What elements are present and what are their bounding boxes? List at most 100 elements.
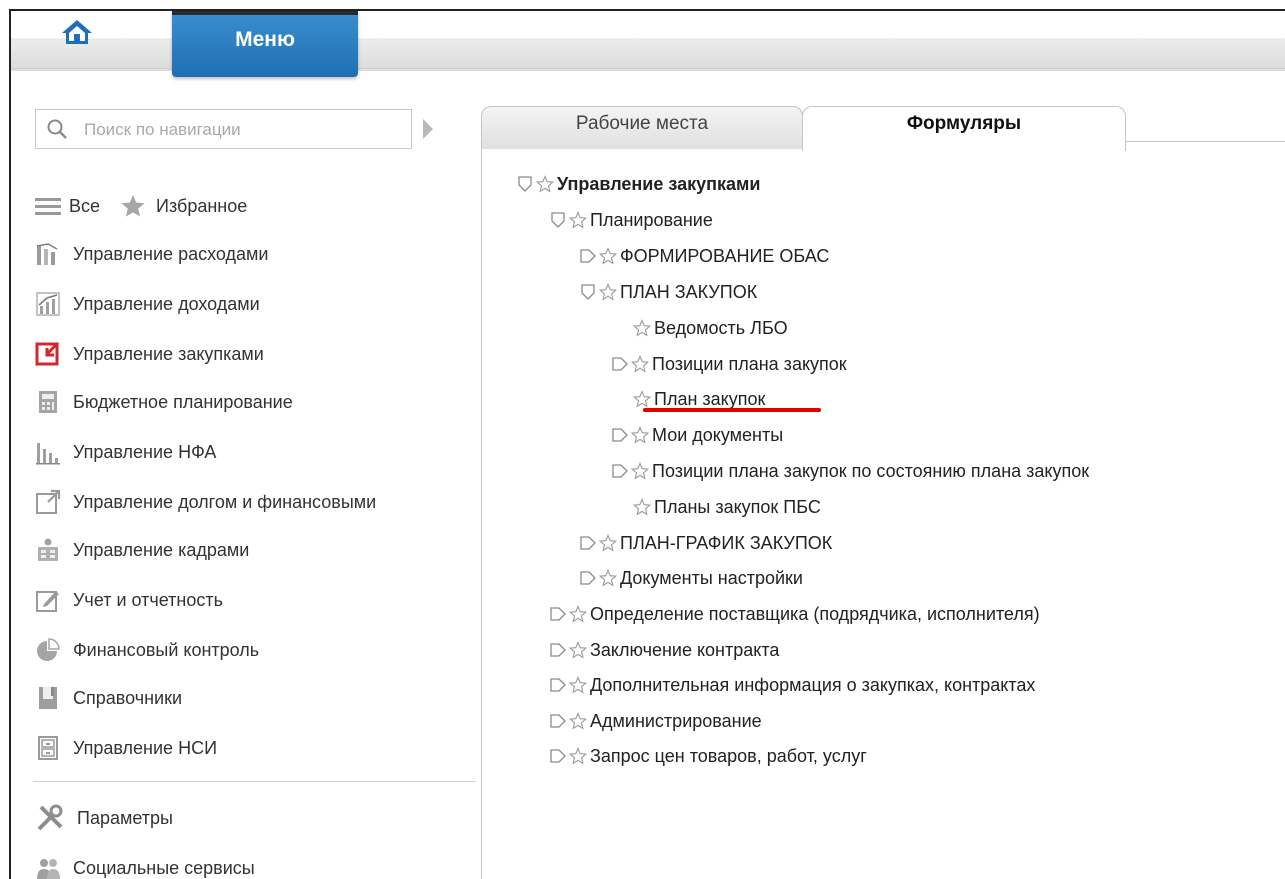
favorite-star-icon[interactable] — [630, 355, 650, 373]
favorite-star-icon[interactable] — [630, 462, 650, 480]
favorite-star-icon[interactable] — [598, 247, 618, 265]
favorite-star-icon[interactable] — [568, 605, 588, 623]
collapsed-toggle-icon[interactable] — [611, 462, 629, 480]
bar-chart-icon — [35, 241, 61, 267]
nav-item-label: Учет и отчетность — [73, 589, 223, 610]
favorite-star-icon[interactable] — [630, 426, 650, 444]
nav-item-nfa[interactable]: Управление НФА — [35, 435, 216, 469]
nav-item-procurement[interactable]: Управление закупками — [35, 337, 264, 371]
tree-node[interactable]: Планы закупок ПБС — [632, 492, 821, 522]
collapsed-toggle-icon[interactable] — [549, 605, 567, 623]
nav-item-debt[interactable]: Управление долгом и финансовыми — [35, 485, 376, 519]
tree-node[interactable]: Определение поставщика (подрядчика, испо… — [549, 599, 1040, 629]
nav-item-label: Социальные сервисы — [73, 857, 255, 878]
expanded-toggle-icon[interactable] — [516, 175, 534, 193]
nav-item-label: Управление кадрами — [73, 539, 250, 560]
tree-node-label: ФОРМИРОВАНИЕ ОБАС — [620, 245, 830, 266]
tree-node-label: Управление закупками — [557, 173, 761, 194]
navigation-sidebar: Все Избранное Управление расходами Управ… — [11, 161, 476, 879]
app-window: Меню Поиск по навигации Все Избранное Уп… — [9, 9, 1285, 879]
tree-node[interactable]: Дополнительная информация о закупках, ко… — [549, 670, 1035, 700]
collapsed-toggle-icon[interactable] — [549, 747, 567, 765]
column-chart-icon — [35, 439, 61, 465]
nav-item-label: Управление НСИ — [73, 737, 217, 758]
hamburger-icon[interactable] — [35, 193, 61, 219]
tree-node[interactable]: Позиции плана закупок по состоянию плана… — [611, 456, 1089, 486]
tree-node[interactable]: Управление закупками — [516, 169, 760, 199]
nav-item-social[interactable]: Социальные сервисы — [35, 851, 255, 879]
tree-node-label: Позиции плана закупок по состоянию плана… — [652, 460, 1090, 481]
nav-item-accounting[interactable]: Учет и отчетность — [35, 583, 223, 617]
collapsed-toggle-icon[interactable] — [579, 534, 597, 552]
favorite-star-icon[interactable] — [632, 390, 652, 408]
nav-item-hr[interactable]: Управление кадрами — [35, 533, 249, 567]
nav-all-label[interactable]: Все — [69, 196, 100, 217]
expanded-toggle-icon[interactable] — [579, 283, 597, 301]
search-placeholder: Поиск по навигации — [84, 120, 241, 139]
tree-node[interactable]: Позиции плана закупок — [611, 349, 847, 379]
tree-node[interactable]: ПЛАН-ГРАФИК ЗАКУПОК — [579, 528, 832, 558]
tree-node[interactable]: Мои документы — [611, 420, 783, 450]
collapsed-toggle-icon[interactable] — [579, 247, 597, 265]
collapsed-toggle-icon[interactable] — [611, 426, 629, 444]
tree-node[interactable]: Планирование — [549, 205, 713, 235]
favorite-star-icon[interactable] — [568, 712, 588, 730]
nav-item-settings[interactable]: Параметры — [35, 801, 173, 835]
procurement-icon — [35, 341, 61, 367]
nav-item-expenses[interactable]: Управление расходами — [35, 237, 268, 271]
search-icon — [47, 119, 67, 139]
external-link-icon — [35, 489, 61, 515]
tree-node[interactable]: ПЛАН ЗАКУПОК — [579, 277, 757, 307]
tools-icon — [35, 803, 65, 833]
favorite-star-icon[interactable] — [632, 319, 652, 337]
tree-node[interactable]: Документы настройки — [579, 563, 803, 593]
nav-item-financial-control[interactable]: Финансовый контроль — [35, 633, 259, 667]
tab-workplaces-label: Рабочие места — [575, 113, 709, 134]
nav-item-budget-planning[interactable]: Бюджетное планирование — [35, 385, 293, 419]
tab-forms[interactable]: Формуляры — [802, 106, 1126, 151]
collapsed-toggle-icon[interactable] — [549, 676, 567, 694]
nav-item-label: Управление НФА — [73, 441, 217, 462]
favorites-star-icon[interactable] — [120, 193, 146, 219]
menu-tab[interactable]: Меню — [172, 11, 358, 77]
collapsed-toggle-icon[interactable] — [579, 569, 597, 587]
edit-icon — [35, 587, 61, 613]
tree-node[interactable]: ФОРМИРОВАНИЕ ОБАС — [579, 241, 829, 271]
tree-node-label: План закупок — [654, 388, 766, 409]
nav-item-income[interactable]: Управление доходами — [35, 287, 260, 321]
collapse-arrow-icon[interactable] — [423, 119, 433, 139]
favorite-star-icon[interactable] — [632, 498, 652, 516]
favorite-star-icon[interactable] — [598, 283, 618, 301]
menu-label: Меню — [235, 28, 295, 51]
tree-node[interactable]: Ведомость ЛБО — [632, 313, 788, 343]
collapsed-toggle-icon[interactable] — [549, 712, 567, 730]
nav-item-label: Бюджетное планирование — [73, 391, 293, 412]
nav-filter-row: Все Избранное — [35, 189, 247, 223]
home-button[interactable] — [59, 17, 95, 47]
nav-item-nsi[interactable]: Управление НСИ — [35, 731, 217, 765]
nav-item-label: Управление расходами — [73, 243, 269, 264]
highlight-underline — [643, 408, 821, 412]
tree-node-label: Планы закупок ПБС — [654, 496, 821, 517]
tree-node[interactable]: Администрирование — [549, 706, 762, 736]
favorite-star-icon[interactable] — [568, 641, 588, 659]
nav-favorites-label[interactable]: Избранное — [156, 196, 247, 217]
favorite-star-icon[interactable] — [568, 676, 588, 694]
tree-node[interactable]: Заключение контракта — [549, 635, 779, 665]
nav-item-directories[interactable]: Справочники — [35, 681, 182, 715]
favorite-star-icon[interactable] — [598, 569, 618, 587]
favorite-star-icon[interactable] — [568, 747, 588, 765]
tree-node[interactable]: Запрос цен товаров, работ, услуг — [549, 741, 867, 771]
tree-node-label: Дополнительная информация о закупках, ко… — [590, 674, 1036, 695]
tree-node-label: Документы настройки — [620, 567, 803, 588]
tab-workplaces[interactable]: Рабочие места — [481, 106, 803, 149]
nav-item-label: Финансовый контроль — [73, 639, 260, 660]
expanded-toggle-icon[interactable] — [549, 211, 567, 229]
navigation-search[interactable]: Поиск по навигации — [35, 109, 412, 149]
favorite-star-icon[interactable] — [535, 175, 555, 193]
favorite-star-icon[interactable] — [598, 534, 618, 552]
favorite-star-icon[interactable] — [568, 211, 588, 229]
collapsed-toggle-icon[interactable] — [549, 641, 567, 659]
pie-chart-icon — [35, 637, 61, 663]
collapsed-toggle-icon[interactable] — [611, 355, 629, 373]
